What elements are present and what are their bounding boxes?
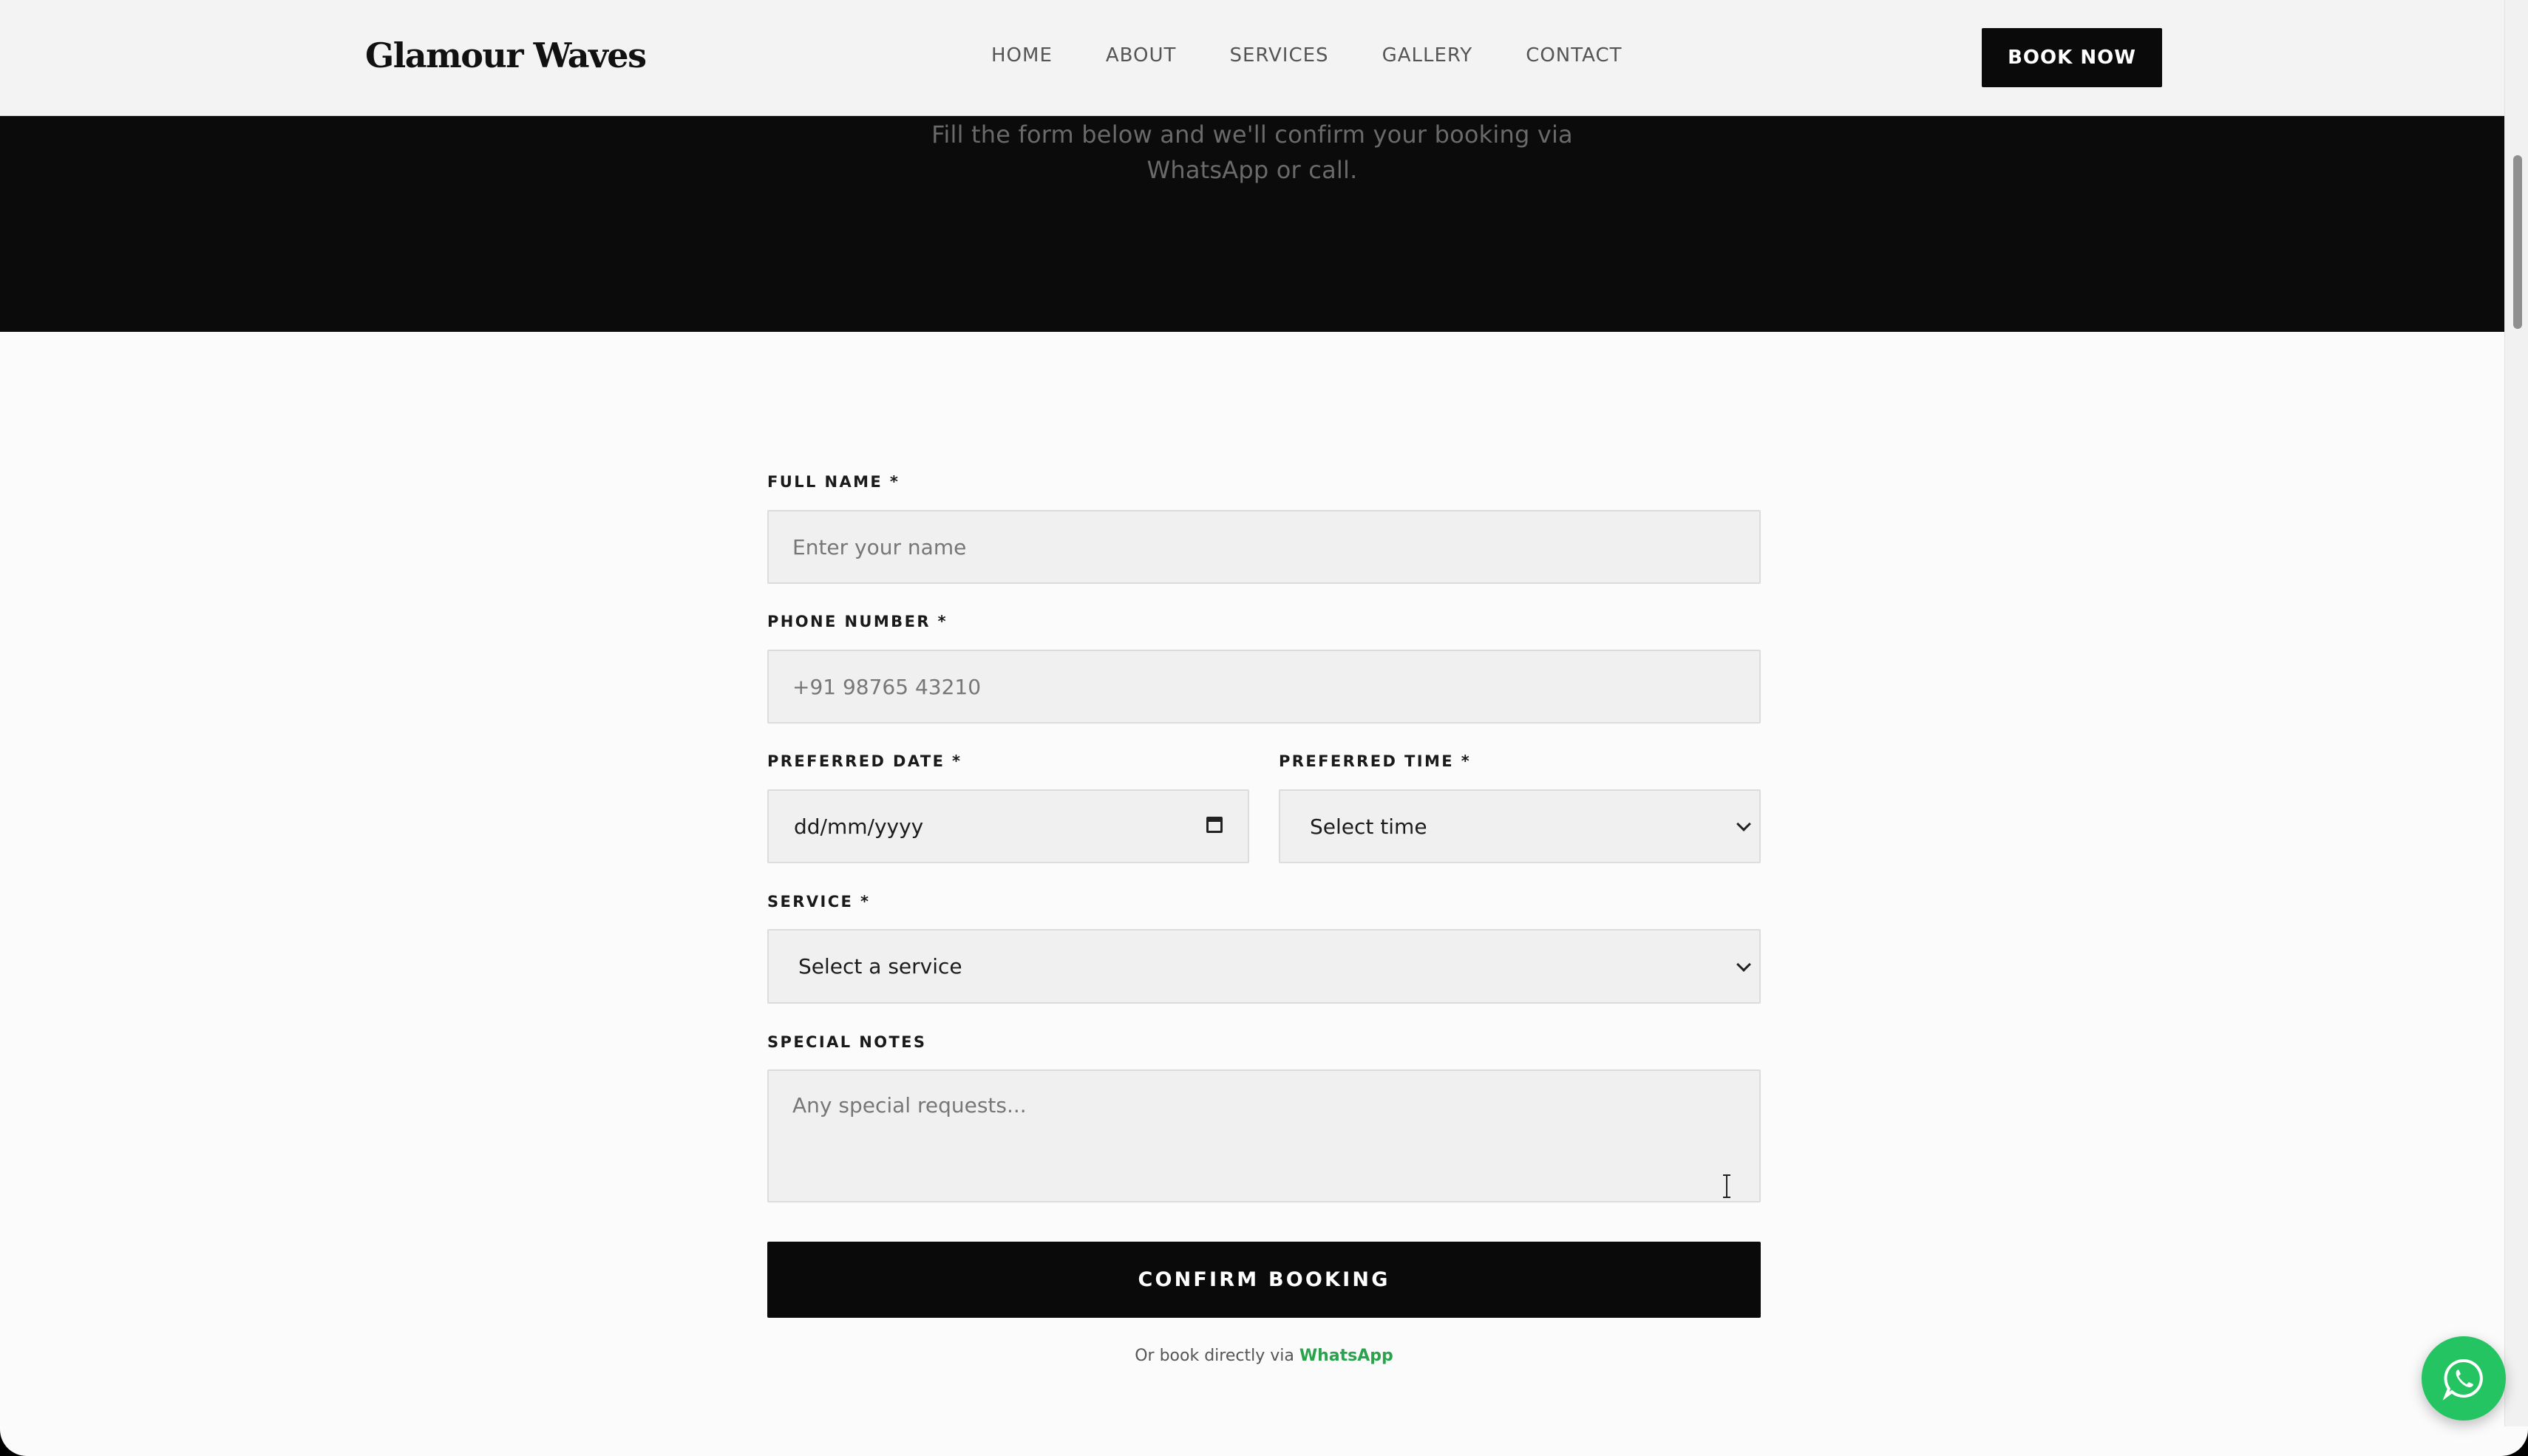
whatsapp-float-button[interactable] [2422,1336,2506,1421]
hero-subtitle-line2: WhatsApp or call. [1146,156,1358,184]
nav-item-contact[interactable]: CONTACT [1526,44,1622,67]
book-now-button[interactable]: BOOK NOW [1982,28,2162,87]
date-value: dd/mm/yyyy [794,814,924,839]
phone-input[interactable]: +91 98765 43210 [767,650,1761,724]
chevron-down-icon [1736,956,1751,972]
phone-placeholder: +91 98765 43210 [792,674,982,699]
notes-textarea[interactable]: Any special requests... [767,1069,1761,1202]
phone-label: PHONE NUMBER * [767,613,948,630]
date-input[interactable]: dd/mm/yyyy [767,789,1249,863]
notes-placeholder: Any special requests... [792,1093,1027,1117]
service-select[interactable]: Select a service [767,929,1761,1004]
nav-item-gallery[interactable]: GALLERY [1382,44,1473,67]
main-nav: HOME ABOUT SERVICES GALLERY CONTACT [991,44,1675,67]
confirm-booking-button[interactable]: CONFIRM BOOKING [767,1242,1761,1318]
calendar-icon[interactable] [1206,817,1223,833]
text-cursor-icon [1723,1174,1730,1198]
nav-item-home[interactable]: HOME [991,44,1053,67]
window-corner [2498,1426,2528,1456]
notes-label: SPECIAL NOTES [767,1033,927,1051]
time-label: PREFERRED TIME * [1279,752,1472,770]
chevron-down-icon [1736,817,1751,831]
site-header: Glamour Waves HOME ABOUT SERVICES GALLER… [0,0,2504,116]
full-name-input[interactable]: Enter your name [767,510,1761,584]
alt-booking-prefix: Or book directly via [1135,1347,1299,1365]
nav-item-services[interactable]: SERVICES [1229,44,1328,67]
whatsapp-icon [2442,1358,2483,1401]
alt-booking-line: Or book directly via WhatsApp [767,1347,1761,1365]
scrollbar-thumb[interactable] [2513,155,2522,329]
time-selected: Select time [1310,814,1427,839]
full-name-label: FULL NAME * [767,473,900,491]
service-selected: Select a service [798,954,962,979]
full-name-placeholder: Enter your name [792,534,967,559]
hero-subtitle: Fill the form below and we'll confirm yo… [0,117,2504,188]
time-select[interactable]: Select time [1279,789,1761,863]
nav-item-about[interactable]: ABOUT [1106,44,1177,67]
date-label: PREFERRED DATE * [767,752,962,770]
brand-logo[interactable]: Glamour Waves [365,35,647,75]
window-corner [0,1426,30,1456]
service-label: SERVICE * [767,893,871,911]
whatsapp-link[interactable]: WhatsApp [1299,1347,1393,1365]
hero-subtitle-line1: Fill the form below and we'll confirm yo… [931,120,1573,149]
